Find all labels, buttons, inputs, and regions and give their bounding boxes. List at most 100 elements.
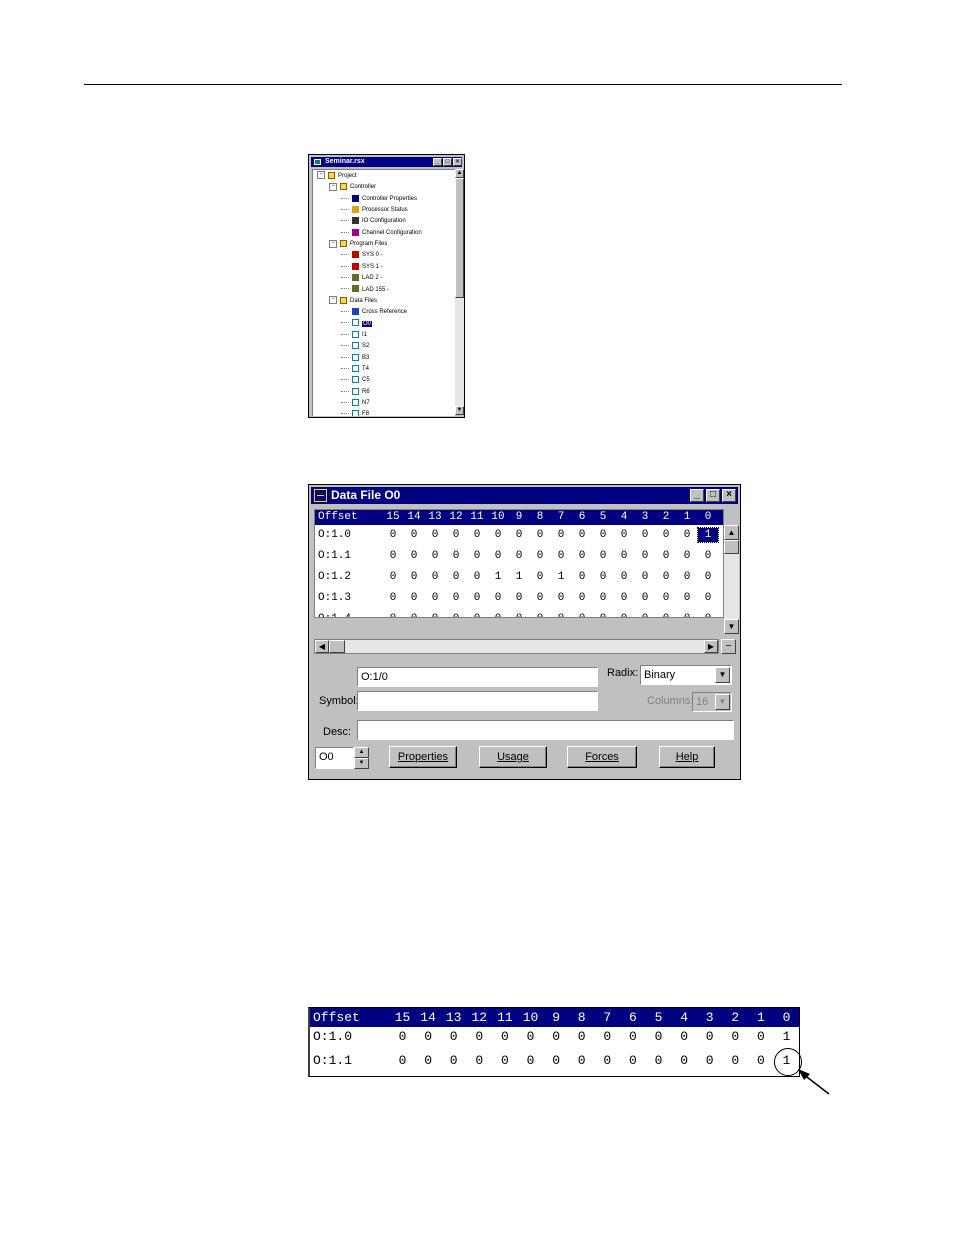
tree-item[interactable]: SYS 1 - bbox=[341, 262, 383, 273]
close-icon[interactable]: × bbox=[453, 158, 462, 166]
bit-cell[interactable]: 0 bbox=[530, 567, 550, 587]
horizontal-scroll-thumb[interactable] bbox=[329, 640, 345, 653]
forces-button[interactable]: Forces bbox=[567, 746, 637, 768]
bit-cell[interactable]: 0 bbox=[467, 525, 487, 545]
bit-cell[interactable]: 0 bbox=[404, 588, 424, 608]
tree-item[interactable]: Processor Status bbox=[341, 205, 408, 216]
bit-cell[interactable]: 0 bbox=[635, 588, 655, 608]
bit-cell[interactable]: 0 bbox=[656, 525, 676, 545]
bit-cell[interactable]: 0 bbox=[509, 609, 529, 617]
grid-horizontal-scrollbar[interactable]: ◀ ▶ bbox=[314, 639, 719, 654]
bit-cell[interactable]: 0 bbox=[593, 609, 613, 617]
bit-cell[interactable]: 0 bbox=[425, 525, 445, 545]
bit-cell[interactable]: 0 bbox=[572, 609, 592, 617]
tree-item[interactable]: Controller Properties bbox=[341, 194, 417, 205]
bit-cell[interactable]: 0 bbox=[404, 546, 424, 566]
scroll-up-icon[interactable]: ▲ bbox=[724, 525, 739, 540]
bit-cell[interactable]: 0 bbox=[383, 525, 403, 545]
tree-item[interactable]: SYS 0 - bbox=[341, 250, 383, 261]
spin-down-icon[interactable]: ▼ bbox=[354, 758, 369, 769]
bit-cell[interactable]: 0 bbox=[488, 588, 508, 608]
bit-cell[interactable]: 0 bbox=[446, 546, 466, 566]
maximize-icon[interactable]: □ bbox=[706, 489, 720, 502]
bit-cell[interactable]: 0 bbox=[677, 525, 697, 545]
bit-cell[interactable]: 1 bbox=[697, 527, 719, 543]
bit-cell[interactable]: 1 bbox=[509, 567, 529, 587]
bit-cell[interactable]: 0 bbox=[572, 567, 592, 587]
tree-item[interactable]: LAD 155 - bbox=[341, 285, 389, 296]
tree-item[interactable]: Cross Reference bbox=[341, 307, 407, 318]
scroll-down-icon[interactable]: ▼ bbox=[455, 406, 464, 415]
bit-cell[interactable]: 0 bbox=[404, 567, 424, 587]
bit-cell[interactable]: 0 bbox=[614, 588, 634, 608]
bit-cell[interactable]: 0 bbox=[677, 567, 697, 587]
bit-cell[interactable]: 0 bbox=[593, 546, 613, 566]
bit-cell[interactable]: 0 bbox=[383, 588, 403, 608]
bit-cell[interactable]: 0 bbox=[677, 609, 697, 617]
bit-cell[interactable]: 0 bbox=[635, 546, 655, 566]
tree-item[interactable]: − Data Files bbox=[329, 296, 377, 307]
chevron-down-icon[interactable]: ▼ bbox=[715, 667, 730, 683]
scroll-left-icon[interactable]: ◀ bbox=[315, 640, 329, 653]
scroll-down-icon[interactable]: ▼ bbox=[724, 619, 739, 634]
address-field[interactable]: O:1/0 bbox=[357, 667, 598, 687]
bit-cell[interactable]: 0 bbox=[530, 525, 550, 545]
scroll-up-icon[interactable]: ▲ bbox=[455, 169, 464, 178]
bit-cell[interactable]: 0 bbox=[614, 525, 634, 545]
tree-item[interactable]: F8 bbox=[341, 409, 369, 416]
help-button[interactable]: Help bbox=[659, 746, 715, 768]
scroll-right-icon[interactable]: ▶ bbox=[704, 640, 718, 653]
symbol-field[interactable] bbox=[357, 691, 598, 711]
properties-button[interactable]: Properties bbox=[389, 746, 457, 768]
tree-expander-icon[interactable]: − bbox=[329, 296, 337, 305]
bit-cell[interactable]: 0 bbox=[404, 525, 424, 545]
tree-item[interactable]: O0 bbox=[341, 319, 373, 330]
tree-item[interactable]: IO Configuration bbox=[341, 216, 406, 227]
tree-item[interactable]: − Controller bbox=[329, 182, 376, 193]
bit-cell[interactable]: 0 bbox=[425, 567, 445, 587]
bit-cell[interactable]: 0 bbox=[614, 609, 634, 617]
grid-scroll-thumb[interactable] bbox=[724, 540, 739, 554]
bit-cell[interactable]: 0 bbox=[593, 525, 613, 545]
bit-cell[interactable]: 0 bbox=[383, 609, 403, 617]
bit-cell[interactable]: 0 bbox=[425, 546, 445, 566]
tree-item[interactable]: S2 bbox=[341, 341, 369, 352]
bit-cell[interactable]: 0 bbox=[509, 546, 529, 566]
tree-item[interactable]: N7 bbox=[341, 398, 370, 409]
bit-cell[interactable]: 0 bbox=[425, 588, 445, 608]
tree-item[interactable]: LAD 2 - bbox=[341, 273, 382, 284]
bit-cell[interactable]: 0 bbox=[467, 609, 487, 617]
bit-cell[interactable]: 0 bbox=[656, 567, 676, 587]
bit-cell[interactable]: 0 bbox=[551, 525, 571, 545]
bit-cell[interactable]: 0 bbox=[425, 609, 445, 617]
bit-cell[interactable]: 0 bbox=[446, 588, 466, 608]
bit-cell[interactable]: 1 bbox=[488, 567, 508, 587]
bit-cell[interactable]: 0 bbox=[635, 525, 655, 545]
bit-cell[interactable]: 0 bbox=[530, 546, 550, 566]
tree-expander-icon[interactable]: − bbox=[317, 171, 325, 180]
tree-scroll-thumb[interactable] bbox=[455, 178, 464, 298]
bit-cell[interactable]: 0 bbox=[488, 525, 508, 545]
bit-cell[interactable]: 0 bbox=[467, 546, 487, 566]
bit-cell[interactable]: 0 bbox=[614, 546, 634, 566]
bit-cell[interactable]: 0 bbox=[467, 588, 487, 608]
maximize-icon[interactable]: □ bbox=[443, 158, 452, 166]
tree-item[interactable]: T4 bbox=[341, 364, 369, 375]
bit-cell[interactable]: 0 bbox=[698, 546, 718, 566]
bit-cell[interactable]: 0 bbox=[635, 567, 655, 587]
tree-item[interactable]: C5 bbox=[341, 375, 370, 386]
bit-cell[interactable]: 0 bbox=[551, 609, 571, 617]
bit-cell[interactable]: 0 bbox=[698, 609, 718, 617]
file-number-field[interactable]: O0 bbox=[315, 747, 354, 769]
tree-item[interactable]: I1 bbox=[341, 330, 367, 341]
bit-cell[interactable]: 0 bbox=[572, 525, 592, 545]
bit-cell[interactable]: 0 bbox=[530, 609, 550, 617]
bit-cell[interactable]: 0 bbox=[656, 546, 676, 566]
bit-cell[interactable]: 0 bbox=[446, 525, 466, 545]
tree-item[interactable]: − Program Files bbox=[329, 239, 387, 250]
tree-item[interactable]: Channel Configuration bbox=[341, 228, 422, 239]
bit-cell[interactable]: 0 bbox=[551, 588, 571, 608]
bit-cell[interactable]: 0 bbox=[677, 546, 697, 566]
bit-cell[interactable]: 0 bbox=[572, 546, 592, 566]
bit-cell[interactable]: 0 bbox=[551, 546, 571, 566]
